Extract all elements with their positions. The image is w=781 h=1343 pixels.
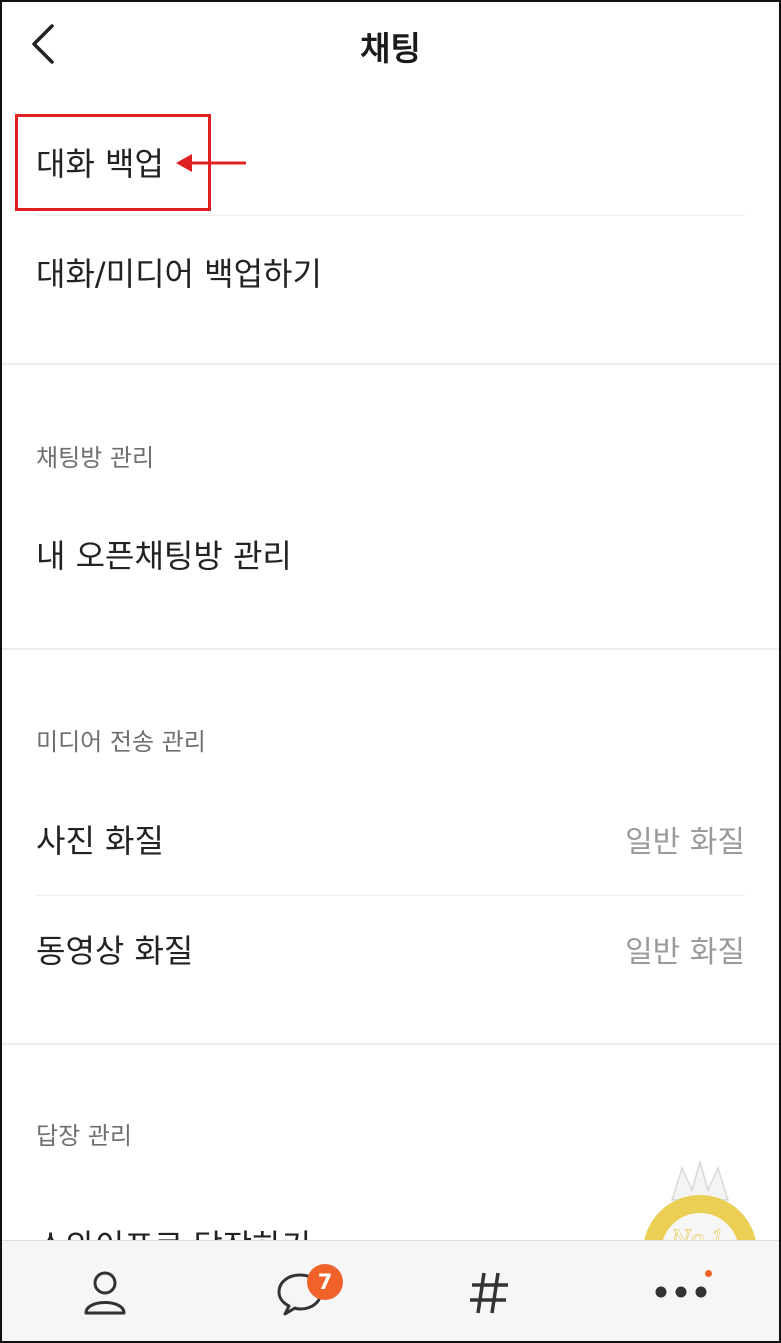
photo-quality-value: 일반 화질: [625, 825, 745, 860]
tab-friends[interactable]: [50, 1241, 160, 1341]
section-divider: [2, 363, 779, 365]
tab-more[interactable]: [626, 1241, 736, 1341]
section-label-media: 미디어 전송 관리: [36, 728, 206, 756]
bottom-tab-bar: [2, 1240, 779, 1341]
divider: [36, 895, 745, 896]
open-chat-manage-label: 내 오픈채팅방 관리: [36, 537, 292, 575]
arrow-left-icon: [176, 154, 246, 172]
section-label-reply: 답장 관리: [36, 1122, 132, 1150]
video-quality-value: 일반 화질: [625, 935, 745, 970]
section-divider: [2, 1043, 779, 1045]
page-title: 채팅: [360, 29, 421, 68]
hashtag-icon: [470, 1272, 508, 1313]
more-dots-icon: [655, 1286, 707, 1297]
video-quality-item[interactable]: 동영상 화질 일반 화질: [36, 916, 745, 982]
tab-openchat[interactable]: [434, 1241, 544, 1341]
header: 채팅: [2, 2, 779, 88]
section-divider: [2, 648, 779, 650]
video-quality-label: 동영상 화질: [36, 932, 194, 970]
open-chat-manage-item[interactable]: 내 오픈채팅방 관리: [36, 522, 745, 586]
section-label-chatroom: 채팅방 관리: [36, 444, 155, 472]
photo-quality-label: 사진 화질: [36, 822, 164, 860]
new-dot-indicator: [705, 1270, 712, 1277]
person-icon: [84, 1271, 126, 1314]
photo-quality-item[interactable]: 사진 화질 일반 화질: [36, 806, 745, 872]
backup-section-title: 대화 백업: [36, 130, 745, 194]
backup-media-label: 대화/미디어 백업하기: [36, 255, 322, 293]
backup-title-label: 대화 백업: [36, 145, 164, 183]
backup-media-item[interactable]: 대화/미디어 백업하기: [36, 240, 745, 304]
divider: [36, 215, 745, 216]
chat-unread-badge: 7: [307, 1264, 343, 1300]
app-screen: 채팅 대화 백업 대화/미디어 백업하기 채팅방 관리 내 오픈채팅방 관리 미…: [0, 0, 781, 1343]
